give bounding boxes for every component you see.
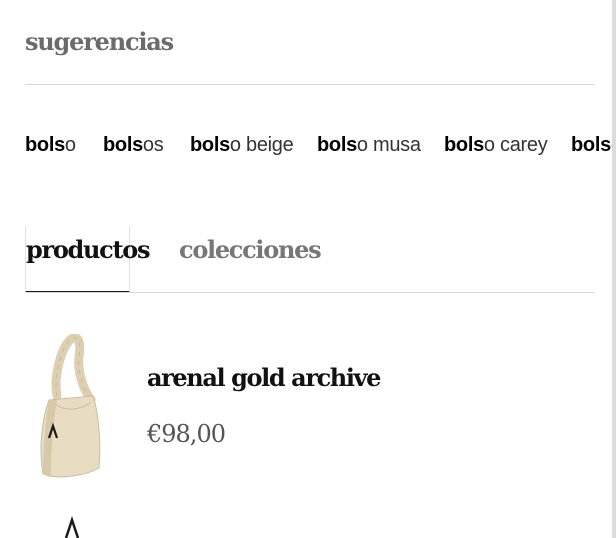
results-tabs: productos colecciones: [25, 226, 594, 294]
suggestion-list: bolso bolsos bolso beige bolso musa bols…: [25, 131, 612, 159]
suggestion-match: bols: [317, 134, 357, 156]
suggestion-rest: o: [611, 134, 612, 156]
suggestion-chip[interactable]: bolsos: [103, 131, 164, 159]
suggestion-match: bols: [571, 134, 611, 156]
suggestion-chip[interactable]: bolso carey: [444, 131, 548, 159]
handbag-image[interactable]: [35, 333, 105, 482]
product-name[interactable]: arenal gold archive: [147, 362, 381, 394]
tab-products-label: productos: [26, 235, 150, 264]
suggestions-heading: sugerencias: [25, 27, 174, 56]
product-price: €98,00: [147, 420, 226, 448]
suggestion-chip[interactable]: bolso musa: [317, 131, 421, 159]
suggestion-rest: o carey: [483, 134, 548, 156]
tab-collections-label: colecciones: [179, 235, 322, 264]
suggestion-chip[interactable]: bolso beige: [190, 131, 294, 159]
suggestion-match: bols: [190, 134, 230, 156]
product-card[interactable]: arenal gold archive €98,00: [25, 330, 594, 490]
divider: [25, 84, 594, 85]
suggestion-chip[interactable]: bolso: [25, 131, 76, 159]
suggestion-rest: os: [142, 134, 164, 156]
suggestion-rest: o beige: [229, 134, 294, 156]
scrollbar-edge[interactable]: [612, 0, 616, 538]
suggestion-match: bols: [444, 134, 484, 156]
suggestion-match: bols: [25, 134, 65, 156]
suggestion-rest: o: [64, 134, 76, 156]
handbag-image[interactable]: [58, 514, 86, 538]
suggestion-match: bols: [103, 134, 143, 156]
tab-products[interactable]: productos: [25, 226, 150, 293]
tab-collections[interactable]: colecciones: [179, 226, 322, 293]
divider: [25, 292, 594, 293]
suggestion-chip[interactable]: bolso: [571, 131, 612, 159]
suggestion-rest: o musa: [356, 134, 421, 156]
